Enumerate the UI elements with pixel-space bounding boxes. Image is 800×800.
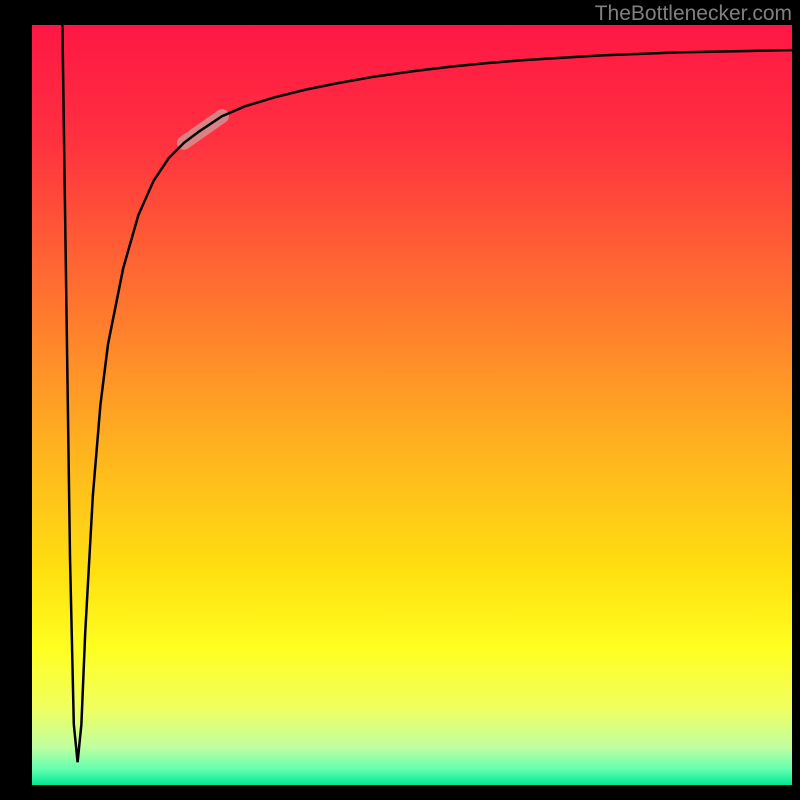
chart-container bbox=[0, 0, 800, 800]
chart-svg bbox=[0, 0, 800, 800]
watermark-text: TheBottlenecker.com bbox=[595, 2, 792, 26]
gradient-background bbox=[32, 25, 792, 785]
